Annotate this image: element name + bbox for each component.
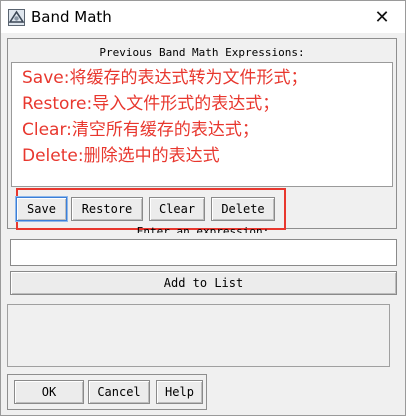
previous-expressions-label: Previous Band Math Expressions: (99, 46, 305, 59)
close-icon: ✕ (374, 6, 390, 28)
add-to-list-button[interactable]: Add to List (10, 271, 397, 295)
delete-button[interactable]: Delete (211, 197, 275, 221)
clear-button[interactable]: Clear (149, 197, 205, 221)
status-area (7, 304, 390, 367)
band-math-dialog: Band Math ✕ Previous Band Math Expressio… (0, 0, 406, 416)
band-math-app-icon (8, 9, 25, 26)
expression-input[interactable] (10, 239, 397, 266)
annotation-line-restore: Restore:导入文件形式的表达式； (22, 94, 280, 114)
annotation-line-delete: Delete:删除选中的表达式 (22, 146, 220, 166)
save-button[interactable]: Save (16, 197, 67, 221)
previous-expressions-list[interactable]: Save:将缓存的表达式转为文件形式； Restore:导入文件形式的表达式； … (11, 62, 393, 187)
annotation-line-clear: Clear:清空所有缓存的表达式； (22, 120, 259, 140)
restore-button[interactable]: Restore (71, 197, 143, 221)
red-annotation-text: Save:将缓存的表达式转为文件形式； Restore:导入文件形式的表达式； … (22, 65, 307, 169)
title-bar[interactable]: Band Math ✕ (1, 1, 405, 33)
dialog-buttons-group: OK Cancel Help (7, 374, 207, 410)
help-button[interactable]: Help (156, 380, 203, 404)
ok-button[interactable]: OK (14, 380, 84, 404)
window-title: Band Math (31, 8, 112, 26)
previous-expressions-group: Previous Band Math Expressions: Save:将缓存… (7, 38, 397, 230)
dialog-body: Previous Band Math Expressions: Save:将缓存… (1, 33, 405, 415)
enter-expression-label: Enter an expression: (136, 225, 270, 233)
annotation-line-save: Save:将缓存的表达式转为文件形式； (22, 68, 308, 88)
close-button[interactable]: ✕ (359, 1, 405, 33)
cancel-button[interactable]: Cancel (88, 380, 150, 404)
